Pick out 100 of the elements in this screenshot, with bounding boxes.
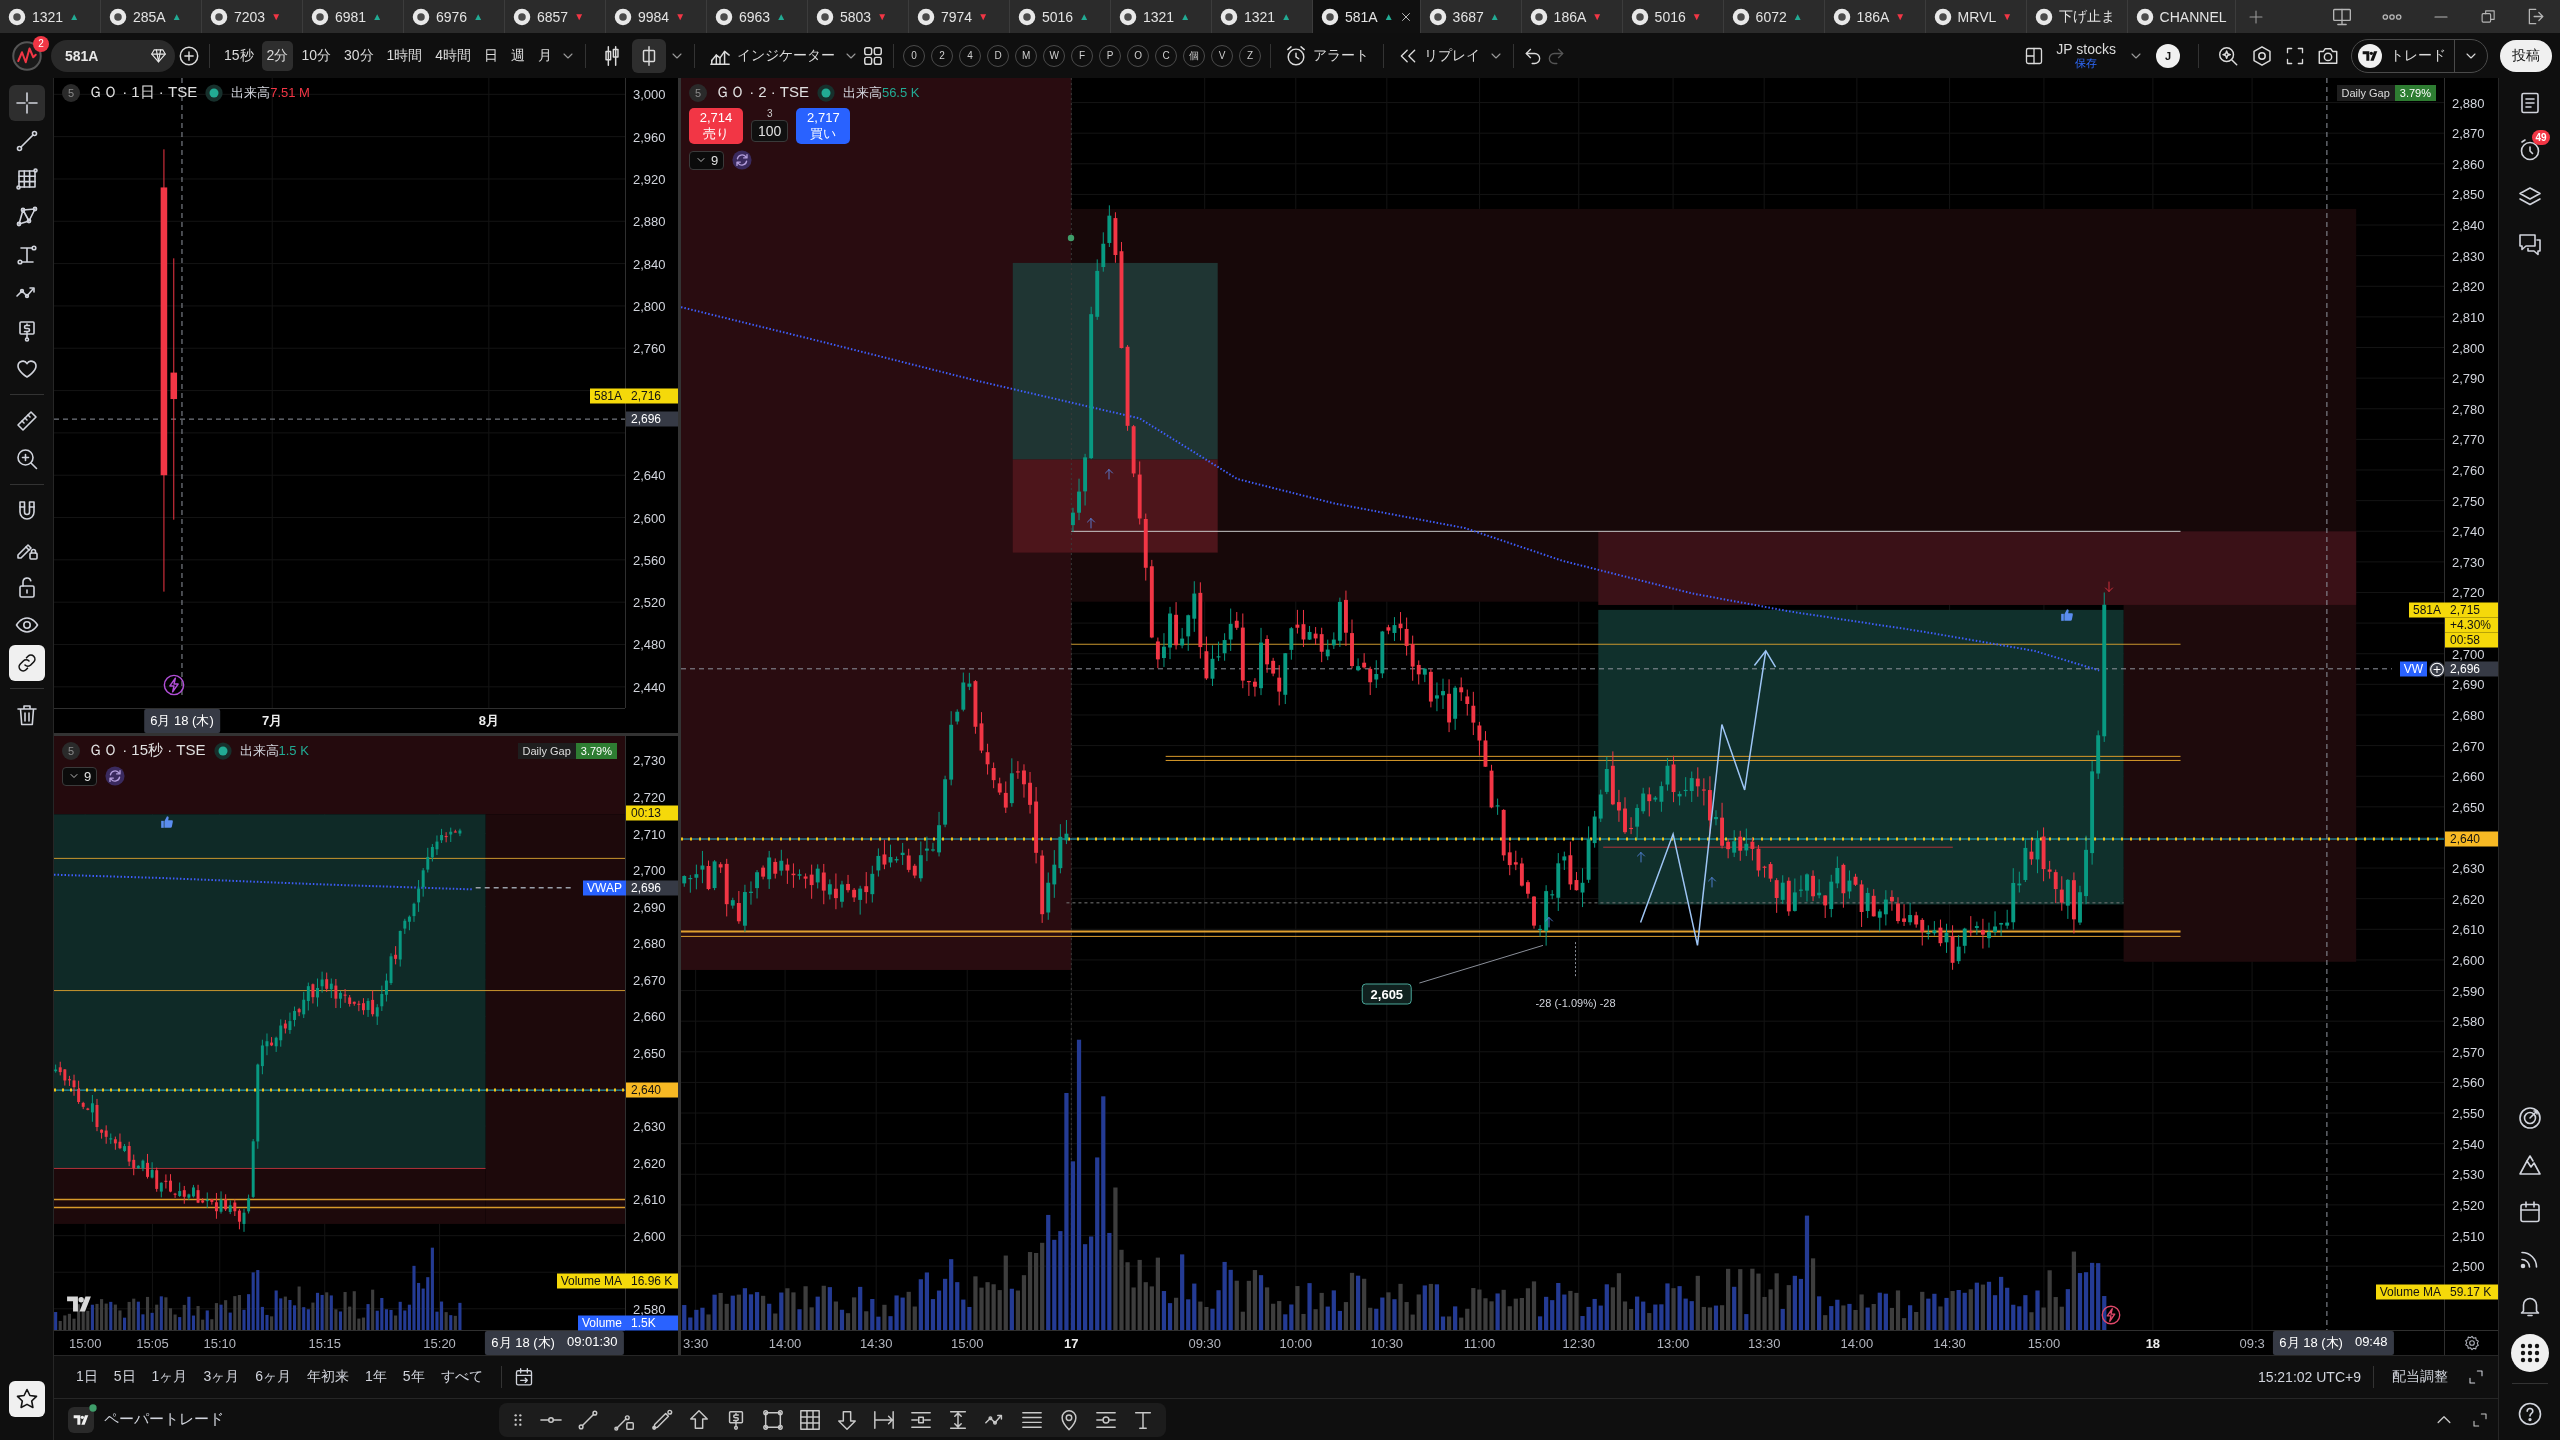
indicator-value-label: 1.5K bbox=[626, 1315, 678, 1331]
indicator-tag: VW bbox=[2399, 661, 2427, 677]
price-tick: 2,680 bbox=[633, 936, 666, 950]
price-tick: 2,740 bbox=[2452, 524, 2485, 538]
time-label: 14:00 bbox=[768, 1335, 802, 1351]
indicator-tag: Volume MA bbox=[556, 1273, 626, 1289]
time-label: 15:20 bbox=[423, 1335, 456, 1351]
last-price-label: 2,715 bbox=[2445, 602, 2498, 618]
price-tick: 2,750 bbox=[2452, 494, 2485, 508]
trend-arrow: ▲ bbox=[776, 11, 787, 22]
price-tick: 2,620 bbox=[2452, 892, 2485, 906]
time-label: 8月 bbox=[478, 712, 499, 730]
price-tick: 2,670 bbox=[633, 973, 666, 987]
price-change-label: +4.30% bbox=[2445, 617, 2498, 633]
price-tick: 2,570 bbox=[2452, 1045, 2485, 1059]
price-level-label: 2,640 bbox=[626, 1082, 678, 1098]
daily-gap-value: 3.79% bbox=[2394, 85, 2436, 101]
time-label: 14:00 bbox=[1840, 1335, 1874, 1351]
price-tick: 2,580 bbox=[633, 1302, 666, 1316]
time-label: 15:15 bbox=[308, 1335, 341, 1351]
time-label: 3:30 bbox=[682, 1335, 709, 1351]
price-tick: 2,520 bbox=[2452, 1198, 2485, 1212]
indicator-value-label: 16.96 K bbox=[626, 1273, 678, 1289]
price-tick: 2,590 bbox=[2452, 984, 2485, 998]
notification-badge: 2 bbox=[33, 35, 49, 52]
price-tick: 2,600 bbox=[633, 511, 666, 524]
trend-arrow: ▲ bbox=[473, 11, 484, 22]
trend-arrow: ▲ bbox=[1792, 11, 1803, 22]
price-tick: 2,920 bbox=[633, 172, 666, 186]
price-tick: 2,610 bbox=[2452, 922, 2485, 936]
price-tick: 2,760 bbox=[633, 341, 666, 355]
measure-text: -28 (-1.09%) -28 bbox=[1535, 996, 1616, 1009]
price-tick: 2,770 bbox=[2452, 432, 2485, 446]
time-label: 14:30 bbox=[859, 1335, 893, 1351]
symbol-tag: 581A bbox=[589, 388, 626, 404]
price-tick: 2,610 bbox=[633, 1192, 666, 1206]
trend-arrow: ▲ bbox=[1489, 11, 1500, 22]
trend-arrow: ▼ bbox=[1592, 11, 1603, 22]
price-tick: 2,800 bbox=[2452, 341, 2485, 354]
price-tick: 2,700 bbox=[633, 863, 666, 877]
price-tick: 2,560 bbox=[2452, 1075, 2485, 1089]
price-tick: 2,530 bbox=[2452, 1167, 2485, 1181]
trend-arrow: ▼ bbox=[271, 11, 282, 22]
time-label: 10:00 bbox=[1279, 1335, 1313, 1351]
price-tick: 2,600 bbox=[633, 1229, 666, 1243]
price-tick: 2,830 bbox=[2452, 249, 2485, 263]
trend-arrow: ▲ bbox=[171, 11, 182, 22]
price-tick: 2,550 bbox=[2452, 1106, 2485, 1120]
price-tick: 2,840 bbox=[2452, 218, 2485, 232]
date-text: 6月 18 (木) bbox=[150, 712, 214, 730]
price-tick: 2,660 bbox=[2452, 769, 2485, 783]
time-label: 10:30 bbox=[1370, 1335, 1404, 1351]
time-label: 13:00 bbox=[1656, 1335, 1690, 1351]
trend-arrow: ▲ bbox=[1383, 11, 1394, 22]
price-tick: 2,640 bbox=[633, 468, 666, 482]
trend-arrow: ▲ bbox=[1281, 11, 1292, 22]
date-text: 6月 18 (木) bbox=[491, 1334, 555, 1352]
time-label: 15:00 bbox=[68, 1335, 102, 1351]
price-tick: 2,560 bbox=[633, 553, 666, 567]
price-tick: 2,960 bbox=[633, 130, 666, 144]
time-label: 15:10 bbox=[203, 1335, 236, 1351]
time-label: 09:30 bbox=[1188, 1335, 1221, 1351]
price-tick: 2,670 bbox=[2452, 739, 2485, 753]
indicator-value-label: 59.17 K bbox=[2445, 1284, 2498, 1300]
price-tick: 2,840 bbox=[633, 257, 666, 271]
price-tick: 2,720 bbox=[633, 790, 666, 804]
crosshair-price-label: 2,696 bbox=[2445, 661, 2498, 677]
trend-arrow: ▼ bbox=[1895, 11, 1906, 22]
trend-arrow: ▼ bbox=[978, 11, 989, 22]
time-label: 18 bbox=[2145, 1335, 2161, 1351]
time-label: 17 bbox=[1064, 1335, 1079, 1351]
crosshair-price-label: 2,696 bbox=[626, 880, 678, 896]
time-label: 13:30 bbox=[1747, 1335, 1781, 1351]
price-tick: 2,580 bbox=[2452, 1014, 2485, 1028]
price-tick: 2,680 bbox=[2452, 708, 2485, 722]
price-tick: 2,820 bbox=[2452, 279, 2485, 293]
price-tick: 2,730 bbox=[2452, 555, 2485, 569]
price-tick: 2,650 bbox=[633, 1046, 666, 1060]
time-label: 7月 bbox=[262, 712, 283, 730]
time-label: 15:05 bbox=[136, 1335, 169, 1351]
trend-arrow: ▼ bbox=[1691, 11, 1702, 22]
trend-arrow: ▲ bbox=[1079, 11, 1090, 22]
price-tick: 2,880 bbox=[633, 214, 666, 228]
trend-arrow: ▲ bbox=[69, 11, 80, 22]
price-tick: 2,810 bbox=[2452, 310, 2485, 324]
legend-badge: 5 bbox=[62, 83, 80, 102]
crosshair-price-label: 2,696 bbox=[626, 411, 678, 427]
price-tick: 2,720 bbox=[2452, 585, 2485, 599]
indicator-tag: Volume bbox=[577, 1315, 626, 1331]
price-callout: 2,605 bbox=[1361, 984, 1413, 1005]
price-tick: 2,650 bbox=[2452, 800, 2485, 814]
price-tick: 2,660 bbox=[633, 1009, 666, 1023]
price-tick: 2,440 bbox=[633, 680, 666, 694]
price-tick: 2,690 bbox=[2452, 677, 2485, 691]
clock-text: 15:21:02 UTC+9 bbox=[2257, 1369, 2361, 1385]
date-text: 6月 18 (木) bbox=[2279, 1334, 2343, 1352]
price-tick: 2,480 bbox=[633, 638, 666, 651]
price-tick: 2,690 bbox=[633, 900, 666, 914]
price-tick: 2,700 bbox=[2452, 647, 2485, 661]
time-label: 09:3 bbox=[2239, 1335, 2265, 1351]
